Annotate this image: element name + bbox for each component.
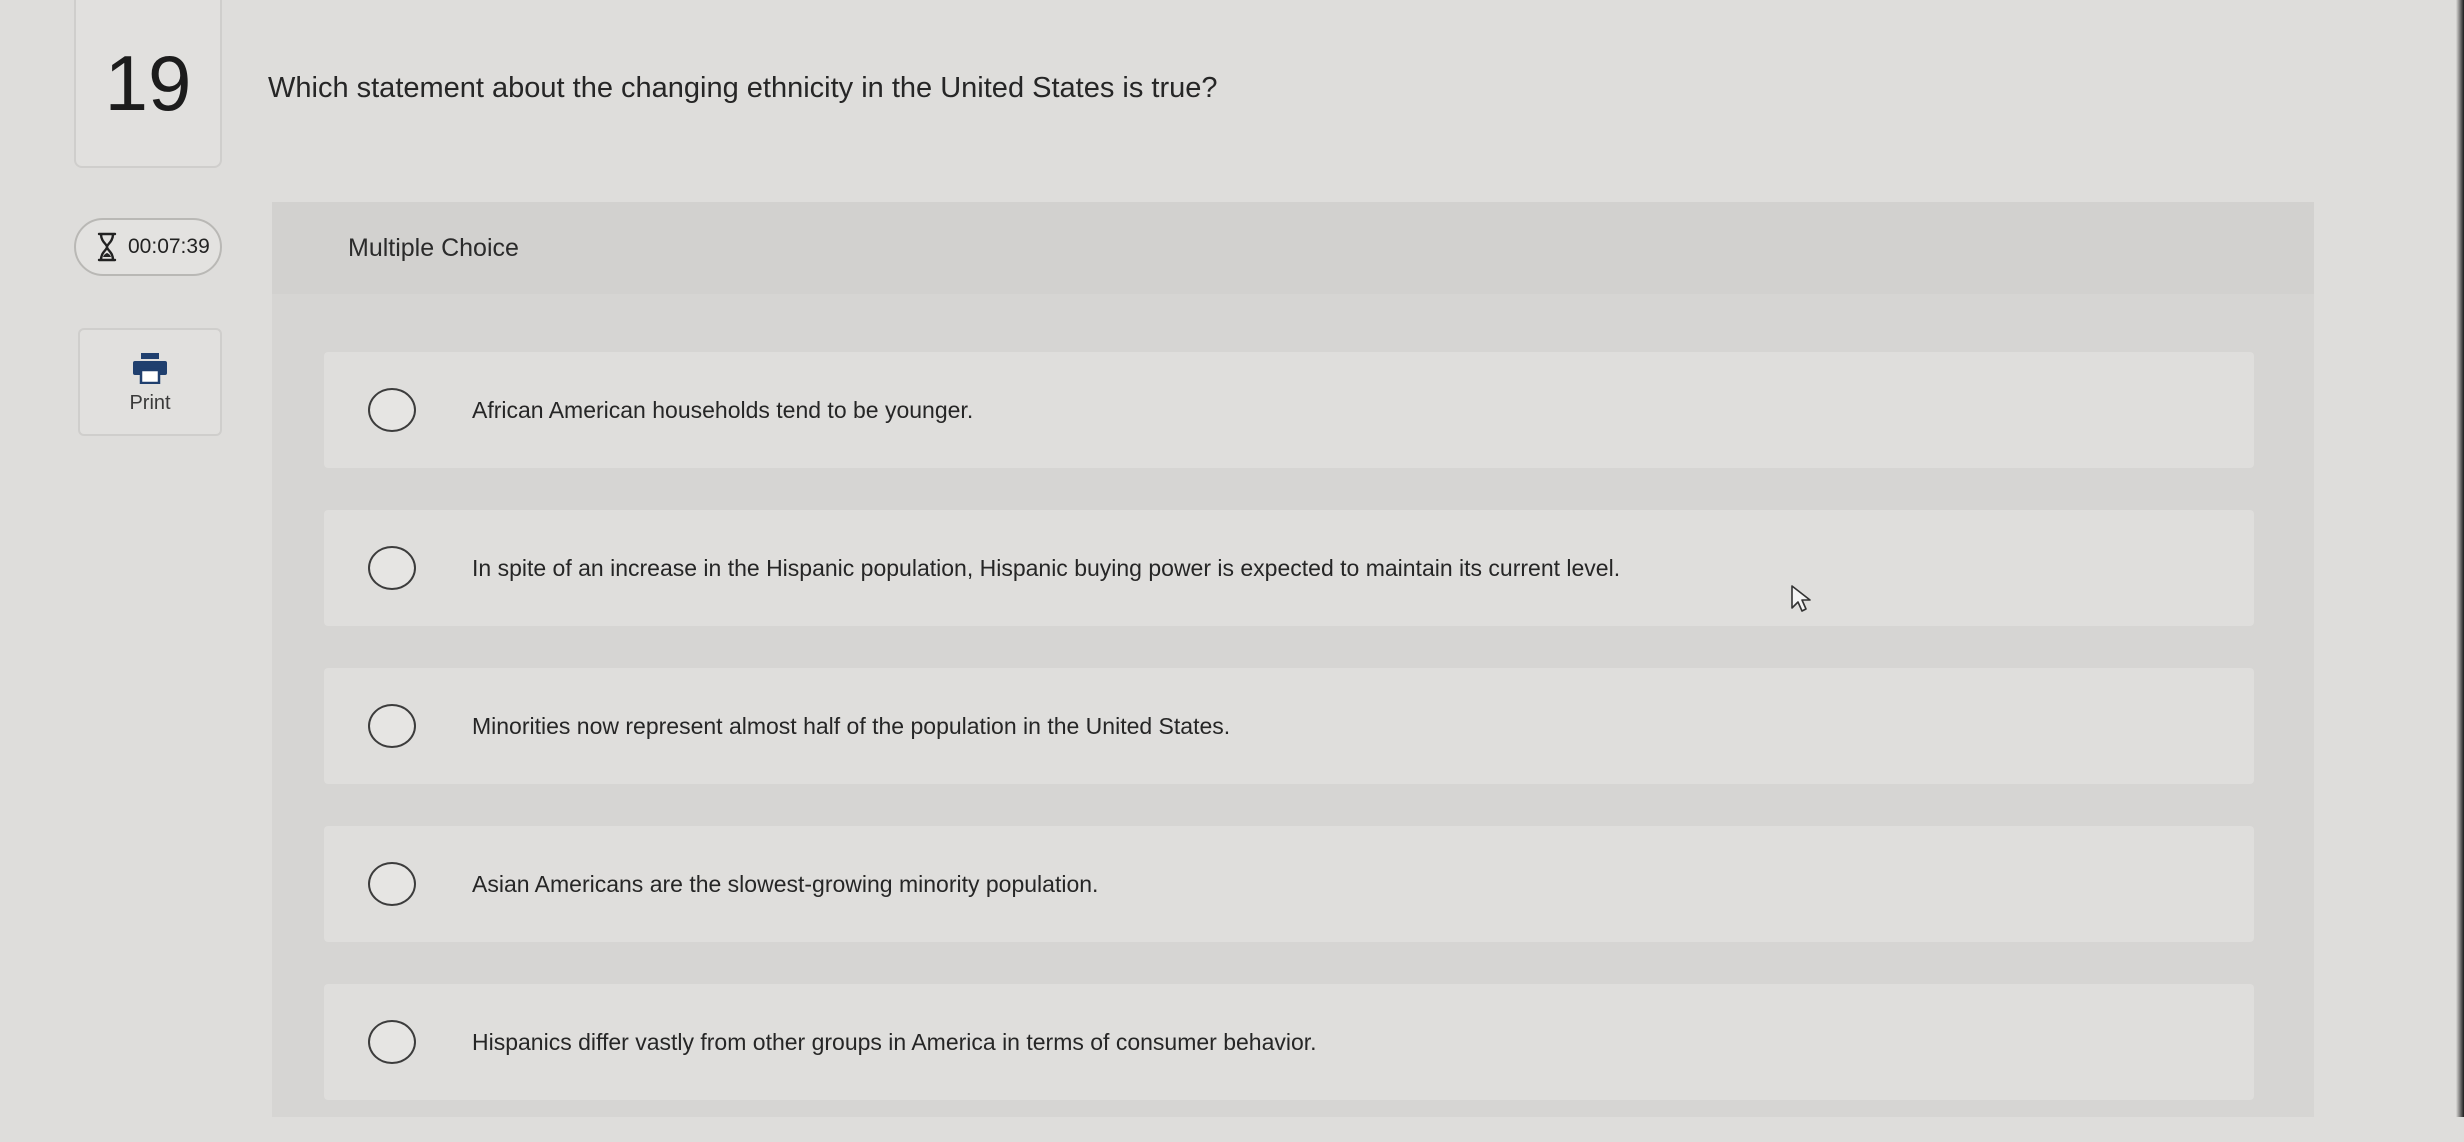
hourglass-icon (97, 232, 117, 262)
multiple-choice-panel: Multiple Choice African American househo… (272, 202, 2314, 1117)
print-button[interactable]: Print (78, 328, 222, 436)
radio-button[interactable] (368, 704, 416, 748)
radio-button[interactable] (368, 388, 416, 432)
timer[interactable]: 00:07:39 (74, 218, 222, 276)
answer-option[interactable]: Hispanics differ vastly from other group… (324, 984, 2254, 1100)
multiple-choice-header: Multiple Choice (272, 202, 2314, 294)
radio-button[interactable] (368, 862, 416, 906)
answer-option-label: Hispanics differ vastly from other group… (472, 1028, 1317, 1055)
mouse-cursor-icon (1791, 585, 1811, 612)
question-text: Which statement about the changing ethni… (268, 72, 1218, 104)
answer-option[interactable]: Asian Americans are the slowest-growing … (324, 826, 2254, 942)
answer-option-label: Minorities now represent almost half of … (472, 712, 1231, 739)
answer-option[interactable]: African American households tend to be y… (324, 352, 2254, 468)
answer-option-label: In spite of an increase in the Hispanic … (472, 554, 1621, 581)
timer-value: 00:07:39 (128, 235, 210, 258)
answer-option[interactable]: Minorities now represent almost half of … (324, 668, 2254, 784)
question-number: 19 (74, 0, 222, 168)
screen-edge (2456, 0, 2464, 1117)
radio-button[interactable] (368, 546, 416, 590)
radio-button[interactable] (368, 1020, 416, 1064)
answer-option[interactable]: In spite of an increase in the Hispanic … (324, 510, 2254, 626)
answer-option-label: Asian Americans are the slowest-growing … (472, 870, 1099, 897)
answer-options: African American households tend to be y… (324, 352, 2254, 1142)
printer-icon (133, 353, 167, 384)
answer-option-label: African American households tend to be y… (472, 396, 974, 423)
print-label: Print (129, 392, 171, 414)
